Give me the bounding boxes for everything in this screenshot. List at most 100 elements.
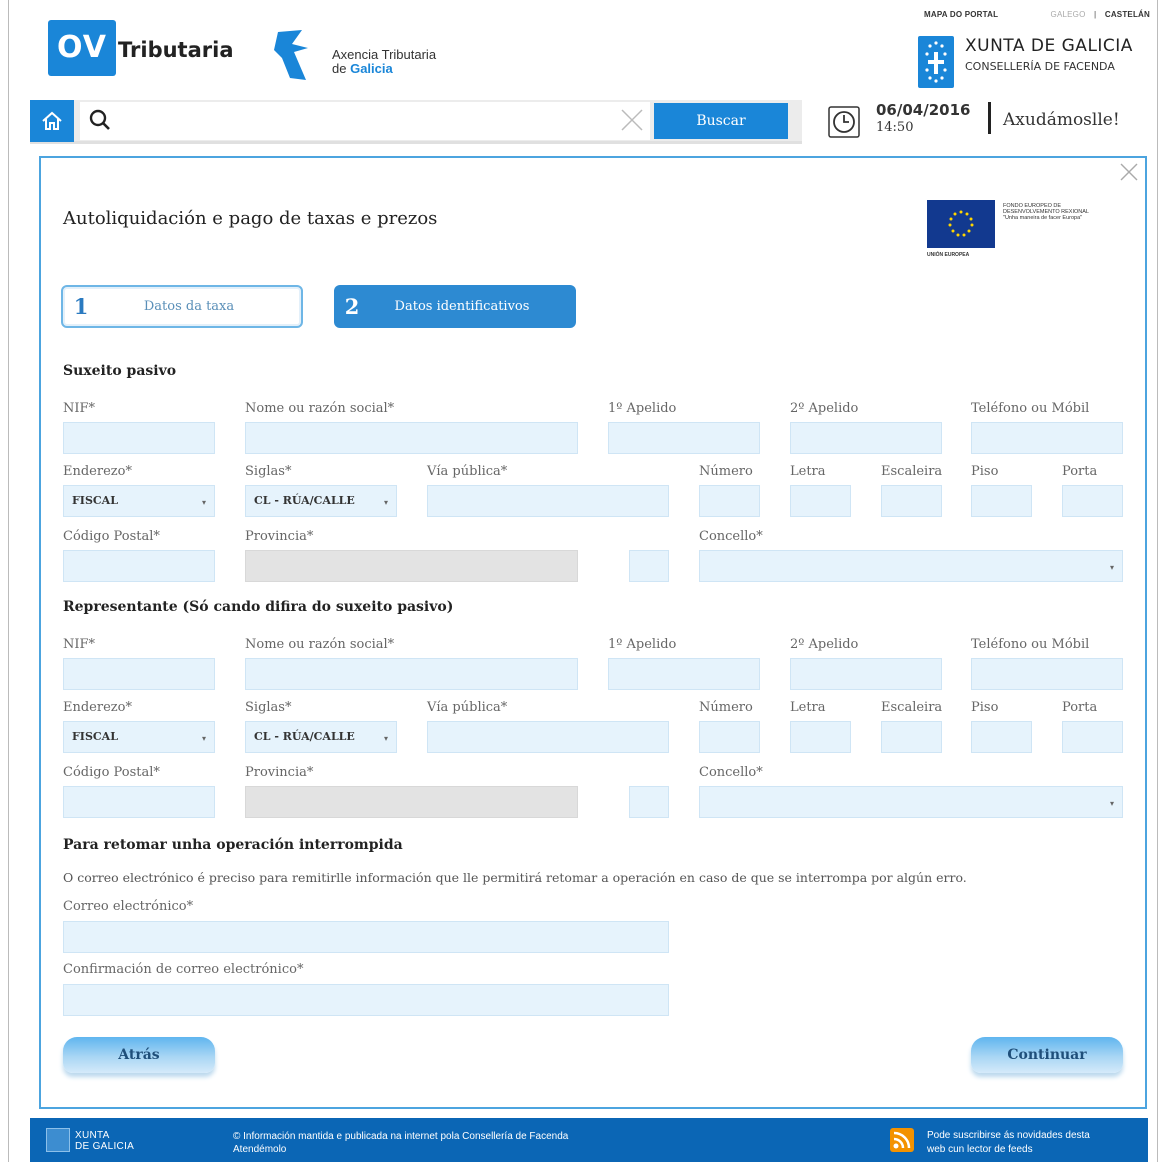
taxpayer-name-field[interactable] bbox=[245, 422, 578, 454]
select-caret-icon: ▾ bbox=[383, 733, 388, 743]
taxpayer-nif-field[interactable] bbox=[63, 422, 215, 454]
rep-number-field[interactable] bbox=[699, 721, 760, 753]
continue-button[interactable]: Continuar bbox=[971, 1037, 1123, 1073]
eu-flag-icon bbox=[927, 200, 995, 248]
home-icon bbox=[42, 111, 62, 130]
current-time: 14:50 bbox=[876, 120, 914, 135]
taxpayer-number-label: Número bbox=[699, 464, 753, 479]
email-confirm-field[interactable] bbox=[63, 984, 669, 1016]
rep-stair-label: Escaleira bbox=[881, 700, 943, 715]
back-button[interactable]: Atrás bbox=[63, 1037, 215, 1073]
search-input[interactable] bbox=[80, 102, 650, 140]
email-field[interactable] bbox=[63, 921, 669, 953]
rep-address-select[interactable]: FISCAL ▾ bbox=[63, 721, 215, 753]
taxpayer-number-field[interactable] bbox=[699, 485, 760, 517]
taxpayer-floor-field[interactable] bbox=[971, 485, 1032, 517]
rep-nif-field[interactable] bbox=[63, 658, 215, 690]
taxpayer-abbrev-label: Siglas* bbox=[245, 464, 292, 479]
taxpayer-letter-field[interactable] bbox=[790, 485, 851, 517]
step-label: Datos da taxa bbox=[143, 299, 235, 314]
rep-floor-label: Piso bbox=[971, 700, 999, 715]
taxpayer-door-label: Porta bbox=[1062, 464, 1098, 479]
taxpayer-phone-label: Teléfono ou Móbil bbox=[971, 401, 1090, 416]
rep-floor-field[interactable] bbox=[971, 721, 1032, 753]
resume-heading: Para retomar unha operación interrompida bbox=[63, 837, 403, 853]
taxpayer-floor-label: Piso bbox=[971, 464, 999, 479]
taxpayer-street-field[interactable] bbox=[427, 485, 669, 517]
taxpayer-council-code-field[interactable] bbox=[629, 550, 669, 582]
rep-surname1-field[interactable] bbox=[608, 658, 760, 690]
taxpayer-door-field[interactable] bbox=[1062, 485, 1123, 517]
help-link[interactable]: Axudámoslle! bbox=[1003, 110, 1120, 130]
eu-label: UNIÓN EUROPEA bbox=[927, 252, 970, 258]
search-icon bbox=[89, 109, 110, 130]
rep-stair-field[interactable] bbox=[881, 721, 942, 753]
ov-logo[interactable]: OV bbox=[48, 20, 116, 76]
clock-icon bbox=[828, 106, 860, 138]
rep-council-code-field[interactable] bbox=[629, 786, 669, 818]
rep-abbrev-label: Siglas* bbox=[245, 700, 292, 715]
step-number: 2 bbox=[344, 294, 360, 319]
footer-info: © Información mantida e publicada na int… bbox=[233, 1130, 568, 1156]
representative-heading: Representante (Só cando difira do suxeit… bbox=[63, 599, 454, 615]
taxpayer-address-select[interactable]: FISCAL ▾ bbox=[63, 485, 215, 517]
select-caret-icon: ▾ bbox=[1109, 798, 1114, 808]
xunta-logo-icon bbox=[46, 1128, 70, 1152]
home-button[interactable] bbox=[30, 100, 74, 142]
atg-line2: de Galicia bbox=[332, 61, 393, 76]
rep-name-field[interactable] bbox=[245, 658, 578, 690]
taxpayer-name-label: Nome ou razón social* bbox=[245, 401, 395, 416]
close-icon[interactable] bbox=[1119, 162, 1139, 182]
taxpayer-surname1-label: 1º Apelido bbox=[608, 401, 677, 416]
taxpayer-stair-label: Escaleira bbox=[881, 464, 943, 479]
lang-castelan-link[interactable]: CASTELÁN bbox=[1105, 10, 1150, 19]
rep-province-label: Provincia* bbox=[245, 765, 314, 780]
rep-council-select[interactable]: ▾ bbox=[699, 786, 1123, 818]
taxpayer-abbrev-select[interactable]: CL - RÚA/CALLE ▾ bbox=[245, 485, 397, 517]
top-nav: MAPA DO PORTAL GALEGO | CASTELÁN bbox=[924, 10, 1150, 19]
xunta-logo-text: XUNTA DE GALICIA CONSELLERÍA DE FACENDA bbox=[965, 36, 1133, 73]
rep-number-label: Número bbox=[699, 700, 753, 715]
portal-map-link[interactable]: MAPA DO PORTAL bbox=[924, 10, 998, 19]
rep-phone-label: Teléfono ou Móbil bbox=[971, 637, 1090, 652]
taxpayer-surname2-field[interactable] bbox=[790, 422, 942, 454]
clear-icon[interactable] bbox=[620, 108, 644, 132]
rep-postcode-field[interactable] bbox=[63, 786, 215, 818]
xunta-line1: XUNTA DE GALICIA bbox=[965, 36, 1133, 56]
step-datos-identificativos[interactable]: 2 Datos identificativos bbox=[334, 285, 576, 328]
taxpayer-address-label: Enderezo* bbox=[63, 464, 132, 479]
select-caret-icon: ▾ bbox=[201, 497, 206, 507]
taxpayer-province-field bbox=[245, 550, 578, 582]
step-datos-taxa[interactable]: 1 Datos da taxa bbox=[61, 285, 303, 328]
xunta-logo-icon bbox=[918, 36, 954, 88]
atg-logo-text: Axencia Tributaria de Galicia bbox=[332, 48, 436, 76]
footer-contact-link[interactable]: Atendémolo bbox=[233, 1143, 568, 1156]
rep-door-field[interactable] bbox=[1062, 721, 1123, 753]
rep-street-field[interactable] bbox=[427, 721, 669, 753]
rep-surname2-field[interactable] bbox=[790, 658, 942, 690]
rep-province-field bbox=[245, 786, 578, 818]
rep-street-label: Vía pública* bbox=[427, 700, 508, 715]
taxpayer-phone-field[interactable] bbox=[971, 422, 1123, 454]
taxpayer-council-select[interactable]: ▾ bbox=[699, 550, 1123, 582]
taxpayer-nif-label: NIF* bbox=[63, 401, 96, 416]
rss-icon[interactable] bbox=[890, 1128, 914, 1152]
taxpayer-province-label: Provincia* bbox=[245, 529, 314, 544]
rep-letter-label: Letra bbox=[790, 700, 826, 715]
footer: XUNTA DE GALICIA © Información mantida e… bbox=[30, 1118, 1148, 1162]
select-caret-icon: ▾ bbox=[201, 733, 206, 743]
rep-council-label: Concello* bbox=[699, 765, 763, 780]
search-button[interactable]: Buscar bbox=[654, 103, 788, 139]
footer-rss-text[interactable]: Pode suscribirse ás novidades desta web … bbox=[927, 1129, 1090, 1157]
footer-logo-text: XUNTA DE GALICIA bbox=[75, 1130, 135, 1152]
taxpayer-stair-field[interactable] bbox=[881, 485, 942, 517]
atg-line1: Axencia Tributaria bbox=[332, 47, 437, 62]
lang-galego-link[interactable]: GALEGO bbox=[1051, 10, 1086, 19]
email-label: Correo electrónico* bbox=[63, 899, 194, 914]
rep-letter-field[interactable] bbox=[790, 721, 851, 753]
rep-phone-field[interactable] bbox=[971, 658, 1123, 690]
taxpayer-surname1-field[interactable] bbox=[608, 422, 760, 454]
rep-abbrev-select[interactable]: CL - RÚA/CALLE ▾ bbox=[245, 721, 397, 753]
step-label: Datos identificativos bbox=[394, 299, 530, 314]
taxpayer-postcode-field[interactable] bbox=[63, 550, 215, 582]
